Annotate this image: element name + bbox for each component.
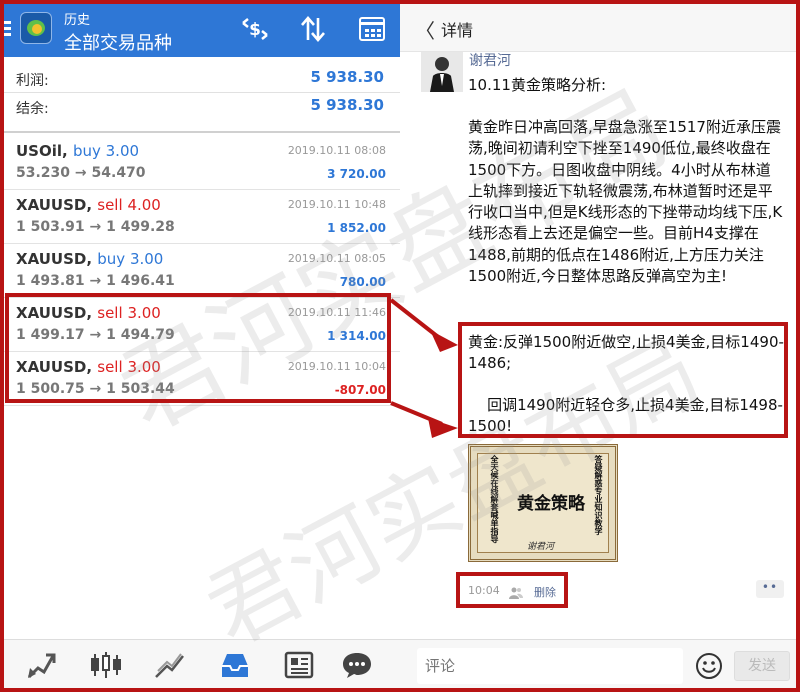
highlight-time-box: [456, 572, 568, 608]
highlight-strategy-box: [458, 322, 788, 438]
highlight-trades-box: [5, 293, 391, 403]
